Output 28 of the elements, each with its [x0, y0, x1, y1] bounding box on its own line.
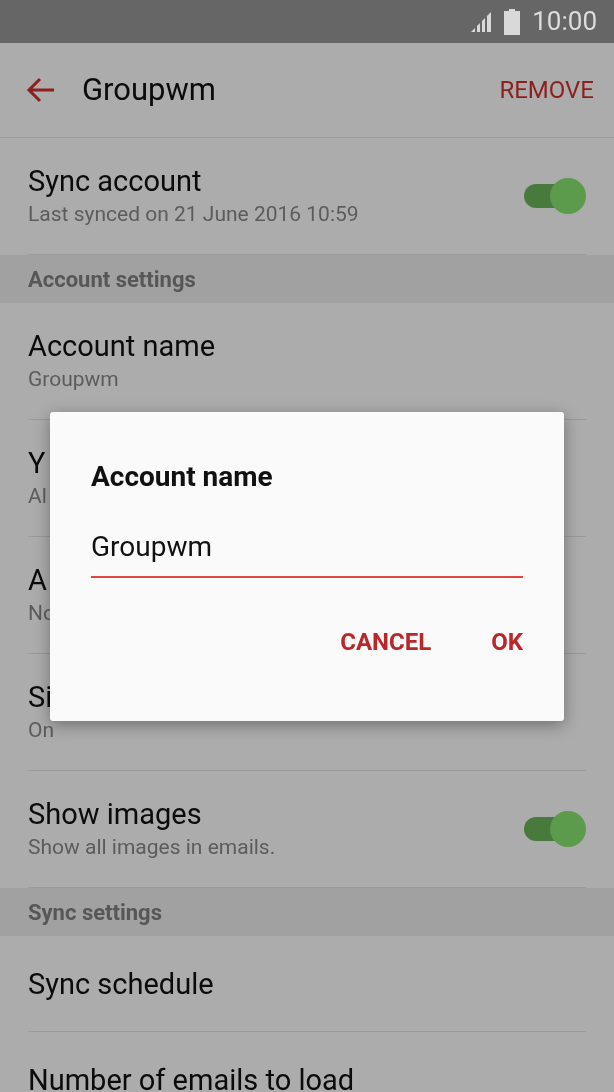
- setting-title: Number of emails to load: [28, 1061, 355, 1092]
- setting-subtitle: Groupwm: [28, 366, 119, 393]
- back-button[interactable]: [26, 75, 56, 105]
- account-name-field[interactable]: Groupwm: [91, 526, 523, 578]
- section-header: Account settings: [0, 255, 614, 303]
- status-time: 10:00: [532, 5, 597, 38]
- battery-icon: [504, 8, 521, 35]
- signal-icon: [470, 10, 493, 33]
- setting-subtitle: Last synced on 21 June 2016 10:59: [28, 201, 359, 228]
- setting-title: Show images: [28, 796, 202, 832]
- dialog-button[interactable]: OK: [491, 624, 523, 660]
- remove-button[interactable]: REMOVE: [499, 72, 594, 108]
- page-title: Groupwm: [82, 69, 217, 110]
- dialog-title: Account name: [91, 460, 274, 494]
- setting-subtitle: Al: [28, 483, 47, 510]
- toggle-switch[interactable]: [522, 178, 586, 214]
- setting-title: Account name: [28, 328, 216, 364]
- setting-title: Sync schedule: [28, 965, 214, 1002]
- toggle-switch[interactable]: [522, 811, 586, 847]
- setting-subtitle: Show all images in emails.: [28, 834, 276, 861]
- setting-title: Si: [28, 679, 53, 715]
- back-arrow-icon: [26, 77, 56, 103]
- setting-subtitle: On: [28, 717, 55, 744]
- dialog-button[interactable]: CANCEL: [340, 624, 432, 660]
- setting-title: Y: [28, 445, 46, 481]
- setting-title: Sync account: [28, 163, 202, 199]
- setting-title: A: [28, 562, 47, 598]
- section-header: Sync settings: [0, 888, 614, 936]
